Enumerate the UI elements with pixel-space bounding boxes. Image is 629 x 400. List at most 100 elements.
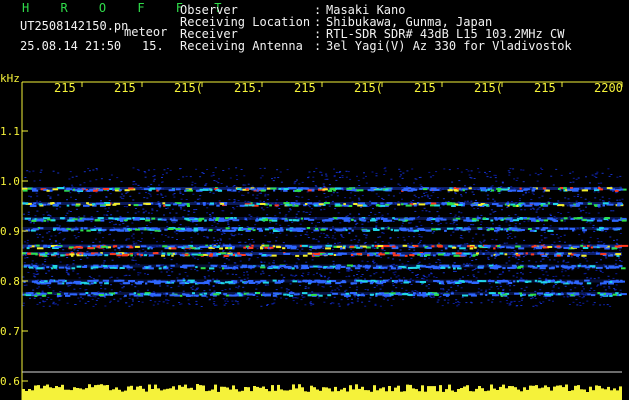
signal-pixel — [162, 202, 166, 205]
signal-pixel — [573, 293, 580, 296]
signal-pixel — [496, 280, 504, 282]
noise-pixel — [534, 295, 536, 297]
noise-pixel — [509, 232, 512, 234]
noise-pixel — [32, 289, 35, 291]
signal-pixel — [46, 189, 50, 192]
noise-pixel — [307, 199, 310, 200]
noise-pixel — [399, 249, 402, 251]
signal-pixel — [356, 279, 363, 282]
noise-pixel — [126, 191, 129, 193]
noise-pixel — [95, 179, 98, 181]
noise-pixel — [484, 171, 486, 173]
noise-pixel — [422, 296, 425, 298]
noise-pixel — [132, 241, 135, 243]
noise-pixel — [541, 270, 544, 272]
signal-pixel — [57, 187, 65, 189]
noise-pixel — [363, 233, 366, 235]
signal-pixel — [529, 229, 535, 232]
noise-pixel — [110, 289, 113, 291]
noise-pixel — [542, 258, 545, 260]
noise-pixel — [447, 191, 450, 193]
noise-pixel — [515, 257, 518, 259]
signal-pixel — [516, 204, 519, 207]
signal-pixel — [409, 227, 413, 230]
noise-pixel — [153, 178, 156, 180]
signal-pixel — [36, 247, 44, 250]
noise-pixel — [26, 170, 29, 172]
noise-pixel — [95, 168, 98, 169]
level-bar — [466, 385, 469, 400]
noise-pixel — [29, 222, 32, 224]
signal-pixel — [453, 267, 456, 270]
level-bar — [253, 386, 256, 400]
noise-pixel — [119, 298, 122, 300]
noise-pixel — [195, 300, 198, 302]
noise-pixel — [553, 241, 556, 243]
noise-pixel — [468, 231, 471, 233]
level-bar — [139, 385, 142, 400]
noise-pixel — [579, 211, 582, 213]
signal-pixel — [547, 246, 553, 248]
noise-pixel — [128, 238, 131, 240]
signal-pixel — [346, 264, 353, 267]
level-bar — [316, 389, 319, 400]
signal-pixel — [558, 187, 561, 190]
noise-pixel — [249, 243, 252, 245]
signal-pixel — [97, 217, 104, 220]
noise-pixel — [345, 289, 348, 291]
noise-pixel — [317, 297, 320, 299]
noise-pixel — [577, 257, 580, 259]
noise-pixel — [515, 305, 518, 307]
noise-pixel — [357, 197, 360, 199]
noise-pixel — [108, 234, 111, 236]
signal-pixel — [65, 253, 70, 256]
noise-pixel — [42, 214, 45, 216]
noise-pixel — [98, 275, 101, 277]
noise-pixel — [589, 182, 591, 184]
signal-pixel — [259, 203, 266, 205]
signal-pixel — [442, 203, 445, 206]
noise-pixel — [421, 196, 424, 198]
noise-pixel — [568, 304, 571, 305]
noise-pixel — [402, 299, 405, 301]
signal-pixel — [196, 202, 200, 205]
noise-pixel — [322, 185, 325, 187]
noise-pixel — [193, 209, 196, 211]
noise-pixel — [536, 180, 539, 182]
signal-pixel — [287, 246, 291, 249]
noise-pixel — [40, 169, 43, 171]
noise-pixel — [489, 213, 492, 215]
noise-pixel — [496, 276, 499, 278]
level-bar — [547, 387, 550, 400]
signal-pixel — [251, 188, 257, 191]
noise-pixel — [603, 286, 606, 288]
noise-pixel — [269, 241, 272, 243]
signal-pixel — [619, 265, 623, 267]
signal-pixel — [22, 189, 28, 192]
noise-pixel — [375, 193, 378, 195]
noise-pixel — [416, 226, 419, 228]
noise-pixel — [243, 271, 246, 273]
signal-pixel — [128, 204, 131, 206]
signal-pixel — [292, 280, 298, 283]
noise-pixel — [493, 200, 496, 202]
noise-pixel — [147, 185, 150, 187]
signal-pixel — [342, 217, 349, 220]
noise-pixel — [235, 274, 238, 276]
noise-pixel — [28, 171, 31, 173]
signal-pixel — [392, 245, 396, 248]
noise-pixel — [553, 285, 555, 287]
noise-pixel — [374, 213, 377, 215]
signal-pixel — [596, 219, 603, 222]
signal-pixel — [557, 280, 561, 283]
signal-pixel — [563, 217, 568, 220]
noise-pixel — [125, 192, 128, 194]
signal-pixel — [380, 267, 385, 270]
noise-pixel — [268, 275, 271, 277]
signal-pixel — [194, 294, 199, 297]
noise-pixel — [507, 257, 510, 259]
noise-pixel — [413, 194, 416, 196]
signal-pixel — [419, 187, 423, 190]
signal-pixel — [397, 267, 402, 270]
signal-pixel — [157, 293, 162, 296]
